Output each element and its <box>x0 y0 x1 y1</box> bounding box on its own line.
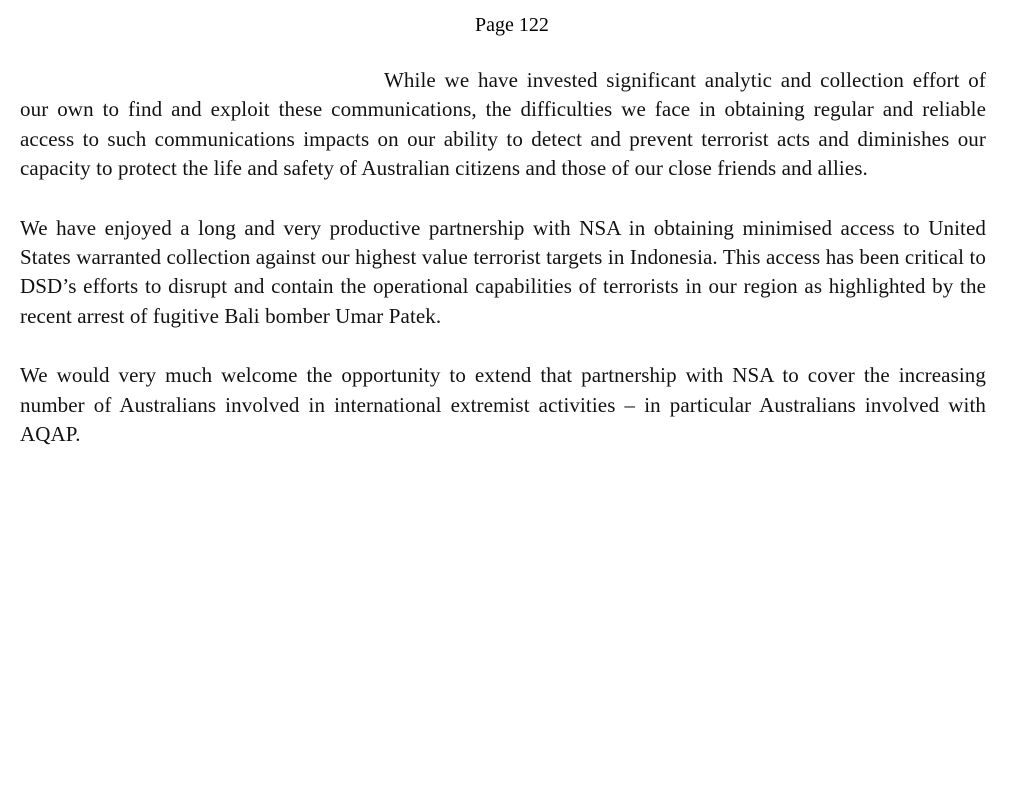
paragraph-2: We have enjoyed a long and very producti… <box>20 215 986 328</box>
paragraph-3: We would very much welcome the opportuni… <box>20 363 986 447</box>
page-number: Page 122 <box>475 14 549 36</box>
document-body: While we have invested significant analy… <box>20 66 986 479</box>
paragraph-1: While we have invested significant analy… <box>20 66 986 184</box>
paragraph-1-text: While we have invested significant analy… <box>20 68 986 181</box>
